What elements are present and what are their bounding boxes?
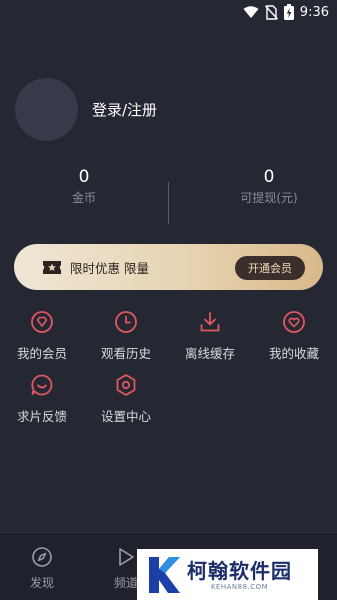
status-time: 9:36 [299,4,329,20]
watermark-brand: 柯翰软件园 [187,558,292,583]
play-icon [119,548,134,566]
brand-logo-icon [149,556,180,593]
download-icon [200,312,220,332]
menu-item-request-feedback[interactable]: 求片反馈 [0,371,84,425]
coins-label: 金币 [71,191,96,205]
avatar[interactable] [15,78,78,141]
menu-item-label: 观看历史 [100,346,151,361]
tab-label: 发现 [29,576,54,590]
vip-promo-text: 限时优惠 限量 [70,260,149,276]
settings-hex-icon [116,374,136,396]
menu-item-label: 离线缓存 [184,346,235,361]
tab-discover[interactable]: 发现 [0,545,84,591]
status-bar: 9:36 [0,0,337,24]
watermark-url: KEHAN88.COM [210,582,269,591]
menu-item-label: 我的会员 [16,346,67,361]
vip-promo-banner[interactable]: 限时优惠 限量 开通会员 [14,244,323,290]
withdrawable-label: 可提现(元) [240,191,298,205]
battery-charging-icon [283,4,294,20]
heart-icon [283,311,305,333]
no-sim-icon [264,4,278,20]
withdrawable-value: 0 [263,167,275,187]
coins-stat[interactable]: 0 金币 [0,166,168,206]
withdrawable-stat[interactable]: 0 可提现(元) [185,166,337,206]
profile-header: 登录/注册 [15,78,157,141]
menu-item-favorites[interactable]: 我的收藏 [252,308,336,362]
menu-item-settings[interactable]: 设置中心 [84,371,168,425]
compass-icon [32,547,52,567]
feedback-chat-icon [31,374,53,396]
stats-divider [168,182,169,224]
clock-icon [115,311,137,333]
menu-item-my-vip[interactable]: 我的会员 [0,308,84,362]
ticket-star-icon [43,260,61,274]
login-register-link[interactable]: 登录/注册 [92,99,157,120]
menu-item-label: 设置中心 [100,409,151,424]
menu-item-label: 求片反馈 [16,409,67,424]
menu-item-watch-history[interactable]: 观看历史 [84,308,168,362]
open-vip-button[interactable]: 开通会员 [235,256,305,280]
wifi-icon [243,5,259,18]
coins-value: 0 [78,167,90,187]
stats-section: 0 金币 0 可提现(元) [0,166,337,226]
watermark-overlay: 柯翰软件园 KEHAN88.COM [137,549,318,600]
diamond-icon [31,311,53,333]
menu-item-offline-cache[interactable]: 离线缓存 [168,308,252,362]
menu-item-label: 我的收藏 [268,346,319,361]
